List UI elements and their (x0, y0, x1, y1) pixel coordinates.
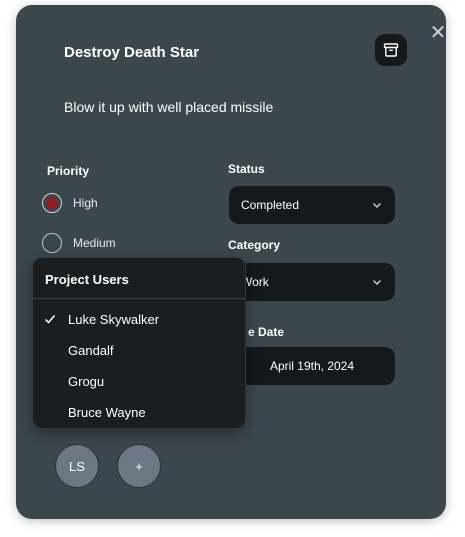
priority-high-label: High (73, 196, 98, 210)
add-user-button[interactable]: + (117, 444, 161, 488)
archive-button[interactable] (375, 34, 407, 66)
dropdown-item-grogu[interactable]: Grogu (33, 367, 245, 395)
priority-option-high[interactable]: High (42, 193, 98, 213)
dropdown-item-bruce-wayne[interactable]: Bruce Wayne (33, 398, 245, 426)
plus-icon: + (135, 458, 143, 474)
due-date-value: April 19th, 2024 (269, 359, 355, 373)
close-icon[interactable]: ✕ (428, 23, 448, 43)
due-date-label: e Date (248, 325, 285, 339)
dropdown-item-label: Gandalf (68, 342, 114, 358)
dropdown-item-label: Luke Skywalker (68, 311, 160, 327)
priority-medium-label: Medium (73, 236, 116, 250)
dropdown-item-label: Bruce Wayne (68, 404, 146, 420)
dropdown-item-gandalf[interactable]: Gandalf (33, 336, 245, 364)
priority-medium-radio[interactable] (42, 233, 62, 253)
status-select[interactable]: Completed (229, 186, 395, 224)
status-label: Status (228, 162, 265, 176)
project-users-dropdown: Project Users Luke Skywalker Gandalf Gro… (32, 257, 246, 429)
avatar-assigned-user[interactable]: LS (55, 444, 99, 488)
priority-option-medium[interactable]: Medium (42, 233, 116, 253)
check-icon (44, 312, 58, 326)
category-label: Category (228, 238, 281, 252)
category-select[interactable]: Work (229, 263, 395, 301)
dropdown-item-label: Grogu (68, 373, 105, 389)
dropdown-title: Project Users (45, 272, 129, 287)
radio-selected-dot (46, 197, 58, 209)
dropdown-divider (33, 298, 245, 299)
due-date-button[interactable]: April 19th, 2024 (229, 347, 395, 385)
priority-label: Priority (47, 164, 90, 178)
dropdown-item-luke-skywalker[interactable]: Luke Skywalker (33, 305, 245, 333)
chevron-down-icon (373, 280, 381, 285)
avatar-initials: LS (69, 458, 85, 474)
task-description: Blow it up with well placed missile (64, 99, 274, 115)
chevron-down-icon (373, 203, 381, 208)
priority-high-radio[interactable] (42, 193, 62, 213)
archive-icon (383, 43, 399, 57)
task-title: Destroy Death Star (64, 44, 200, 61)
status-value: Completed (241, 198, 300, 212)
